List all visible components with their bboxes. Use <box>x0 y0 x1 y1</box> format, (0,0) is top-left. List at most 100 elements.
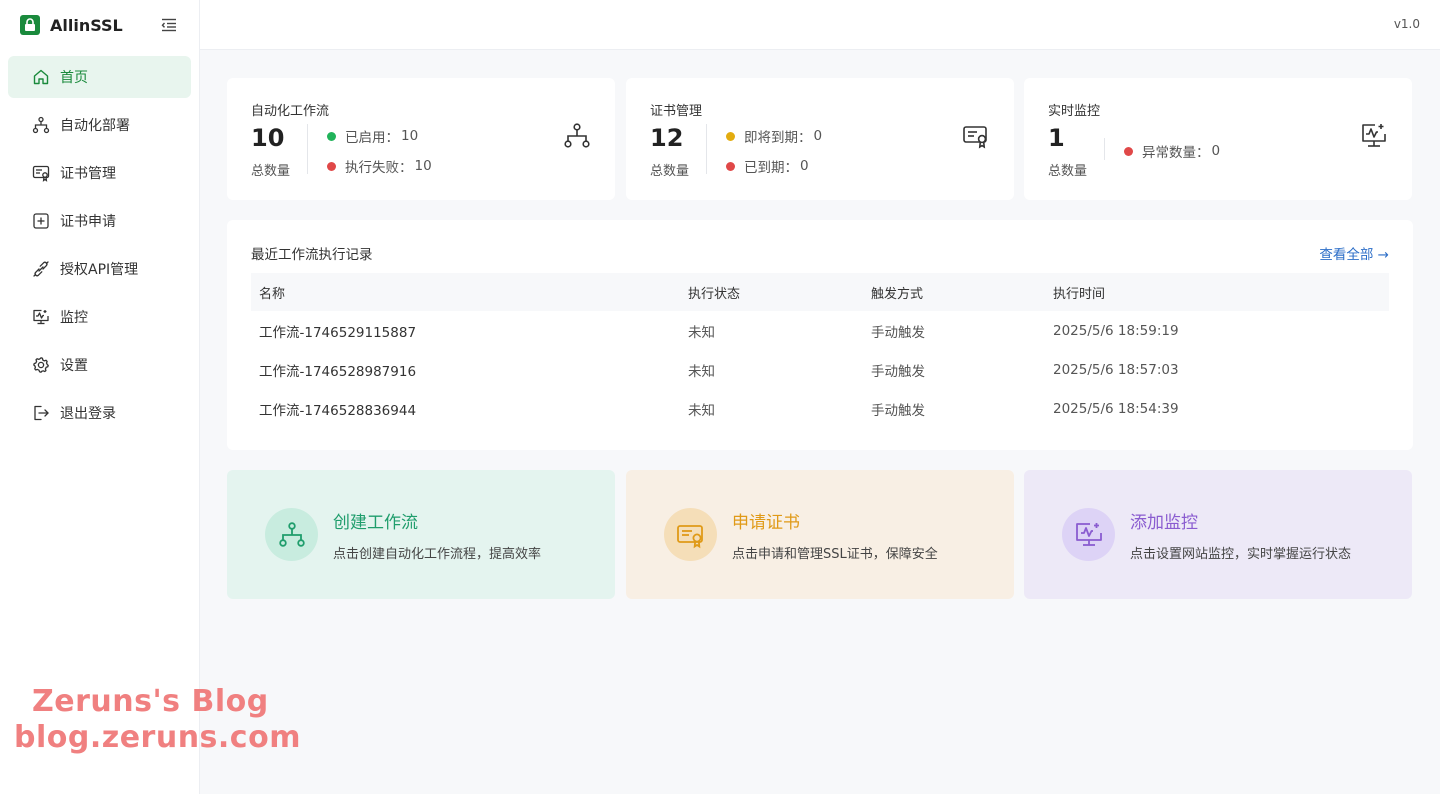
sidebar-item-settings[interactable]: 设置 <box>8 344 191 386</box>
stat-row-label: 已启用： <box>345 130 399 146</box>
action-description: 点击创建自动化工作流程，提高效率 <box>333 547 542 562</box>
divider <box>706 124 707 174</box>
sidebar-item-cert-apply[interactable]: 证书申请 <box>8 200 191 242</box>
cell-time: 2025/5/6 18:54:39 <box>1053 400 1179 417</box>
cell-status: 未知 <box>688 324 715 341</box>
cell-status: 未知 <box>688 402 715 419</box>
create-workflow-card[interactable]: 创建工作流 点击创建自动化工作流程，提高效率 <box>227 470 615 599</box>
workflow-icon <box>563 122 591 150</box>
sidebar-item-api[interactable]: 授权API管理 <box>8 248 191 290</box>
column-header-trigger: 触发方式 <box>871 286 924 302</box>
stat-row-value: 0 <box>800 158 809 174</box>
stat-row-label: 异常数量： <box>1142 145 1210 161</box>
stat-row-label: 已到期： <box>744 160 798 176</box>
gear-icon <box>32 356 50 374</box>
workflow-icon <box>32 116 50 134</box>
stat-row-enabled: 已启用： 10 <box>327 126 418 146</box>
cell-trigger: 手动触发 <box>871 324 925 341</box>
cell-name: 工作流-1746529115887 <box>259 324 417 341</box>
stat-row-abnormal: 异常数量： 0 <box>1124 141 1220 161</box>
logout-icon <box>32 404 50 422</box>
cell-status: 未知 <box>688 363 715 380</box>
certificate-icon <box>32 164 50 182</box>
top-header: v1.0 <box>200 0 1440 50</box>
sidebar-item-automation[interactable]: 自动化部署 <box>8 104 191 146</box>
column-header-name: 名称 <box>259 286 286 302</box>
sidebar-item-label: 自动化部署 <box>60 118 130 134</box>
sidebar-item-monitor[interactable]: 监控 <box>8 296 191 338</box>
add-monitor-card[interactable]: 添加监控 点击设置网站监控，实时掌握运行状态 <box>1024 470 1412 599</box>
watermark-title: Zeruns's Blog <box>32 684 269 719</box>
cell-trigger: 手动触发 <box>871 363 925 380</box>
stat-count-label: 总数量 <box>650 164 690 179</box>
status-dot <box>1124 146 1133 156</box>
monitor-icon <box>32 308 50 326</box>
stat-card-certificate: 证书管理 12 总数量 即将到期： 0 已到期： 0 <box>626 78 1014 200</box>
table-row[interactable]: 工作流-1746529115887 未知 手动触发 2025/5/6 18:59… <box>251 311 1389 350</box>
cell-name: 工作流-1746528836944 <box>259 402 417 419</box>
monitor-icon <box>1062 508 1115 561</box>
stat-count: 12 <box>650 124 684 152</box>
version-label: v1.0 <box>1393 17 1420 31</box>
stat-row-expired: 已到期： 0 <box>726 156 809 176</box>
action-title: 添加监控 <box>1130 513 1198 533</box>
sidebar-menu: 首页 自动化部署 证书管理 证书申请 授权API管理 监控 设置 退出登录 <box>0 56 199 434</box>
stat-row-value: 0 <box>1211 143 1221 159</box>
stat-row-label: 即将到期： <box>744 130 812 146</box>
stat-row-value: 10 <box>414 158 432 174</box>
sidebar-item-label: 证书申请 <box>60 214 116 230</box>
stat-row-failed: 执行失败： 10 <box>327 156 432 176</box>
stat-card-workflow: 自动化工作流 10 总数量 已启用： 10 执行失败： 10 <box>227 78 615 200</box>
divider <box>307 124 308 174</box>
status-dot <box>327 161 336 171</box>
stat-row-value: 0 <box>813 128 823 144</box>
panel-title: 最近工作流执行记录 <box>251 247 373 263</box>
workflow-icon <box>265 508 318 561</box>
apply-certificate-card[interactable]: 申请证书 点击申请和管理SSL证书，保障安全 <box>626 470 1014 599</box>
cell-name: 工作流-1746528987916 <box>259 363 417 380</box>
column-header-status: 执行状态 <box>688 286 741 302</box>
action-description: 点击设置网站监控，实时掌握运行状态 <box>1130 547 1352 562</box>
sidebar-item-label: 监控 <box>60 310 88 326</box>
collapse-menu-icon[interactable] <box>160 16 178 34</box>
stat-count: 10 <box>251 124 285 152</box>
brand-name: AllinSSL <box>50 15 123 35</box>
certificate-icon <box>664 508 717 561</box>
sidebar-item-label: 退出登录 <box>60 406 116 422</box>
status-dot <box>726 131 735 141</box>
table-row[interactable]: 工作流-1746528836944 未知 手动触发 2025/5/6 18:54… <box>251 389 1389 428</box>
stat-row-value: 10 <box>401 128 419 144</box>
sidebar-item-label: 设置 <box>60 358 88 374</box>
watermark-url: blog.zeruns.com <box>14 720 301 755</box>
api-plug-icon <box>32 260 50 278</box>
stat-card-monitor: 实时监控 1 总数量 异常数量： 0 <box>1024 78 1412 200</box>
stat-row-label: 执行失败： <box>345 160 413 176</box>
sidebar-item-label: 首页 <box>60 70 88 86</box>
monitor-icon <box>1360 122 1388 150</box>
view-all-link[interactable]: 查看全部 → <box>1319 243 1389 263</box>
action-title: 创建工作流 <box>333 513 418 533</box>
plus-square-icon <box>32 212 50 230</box>
divider <box>1104 138 1105 160</box>
sidebar-item-logout[interactable]: 退出登录 <box>8 392 191 434</box>
sidebar-item-home[interactable]: 首页 <box>8 56 191 98</box>
sidebar: AllinSSL 首页 自动化部署 证书管理 证书申请 授权API管理 监控 设… <box>0 0 200 794</box>
recent-executions-panel: 最近工作流执行记录 查看全部 → 名称 执行状态 触发方式 执行时间 工作流-1… <box>227 220 1413 450</box>
status-dot <box>327 131 336 141</box>
cell-time: 2025/5/6 18:57:03 <box>1053 361 1179 378</box>
sidebar-item-label: 授权API管理 <box>60 262 139 278</box>
executions-table: 名称 执行状态 触发方式 执行时间 工作流-1746529115887 未知 手… <box>251 273 1389 428</box>
stat-count-label: 总数量 <box>1048 164 1088 179</box>
cell-time: 2025/5/6 18:59:19 <box>1053 322 1179 339</box>
stat-count-label: 总数量 <box>251 164 291 179</box>
cell-trigger: 手动触发 <box>871 402 925 419</box>
action-description: 点击申请和管理SSL证书，保障安全 <box>732 547 938 562</box>
stat-title: 自动化工作流 <box>251 104 330 119</box>
sidebar-item-cert-manage[interactable]: 证书管理 <box>8 152 191 194</box>
home-icon <box>32 68 50 86</box>
table-row[interactable]: 工作流-1746528987916 未知 手动触发 2025/5/6 18:57… <box>251 350 1389 389</box>
brand: AllinSSL <box>0 0 199 50</box>
allinssl-logo-icon <box>20 15 40 35</box>
table-header: 名称 执行状态 触发方式 执行时间 <box>251 273 1389 311</box>
stat-count: 1 <box>1048 124 1065 152</box>
